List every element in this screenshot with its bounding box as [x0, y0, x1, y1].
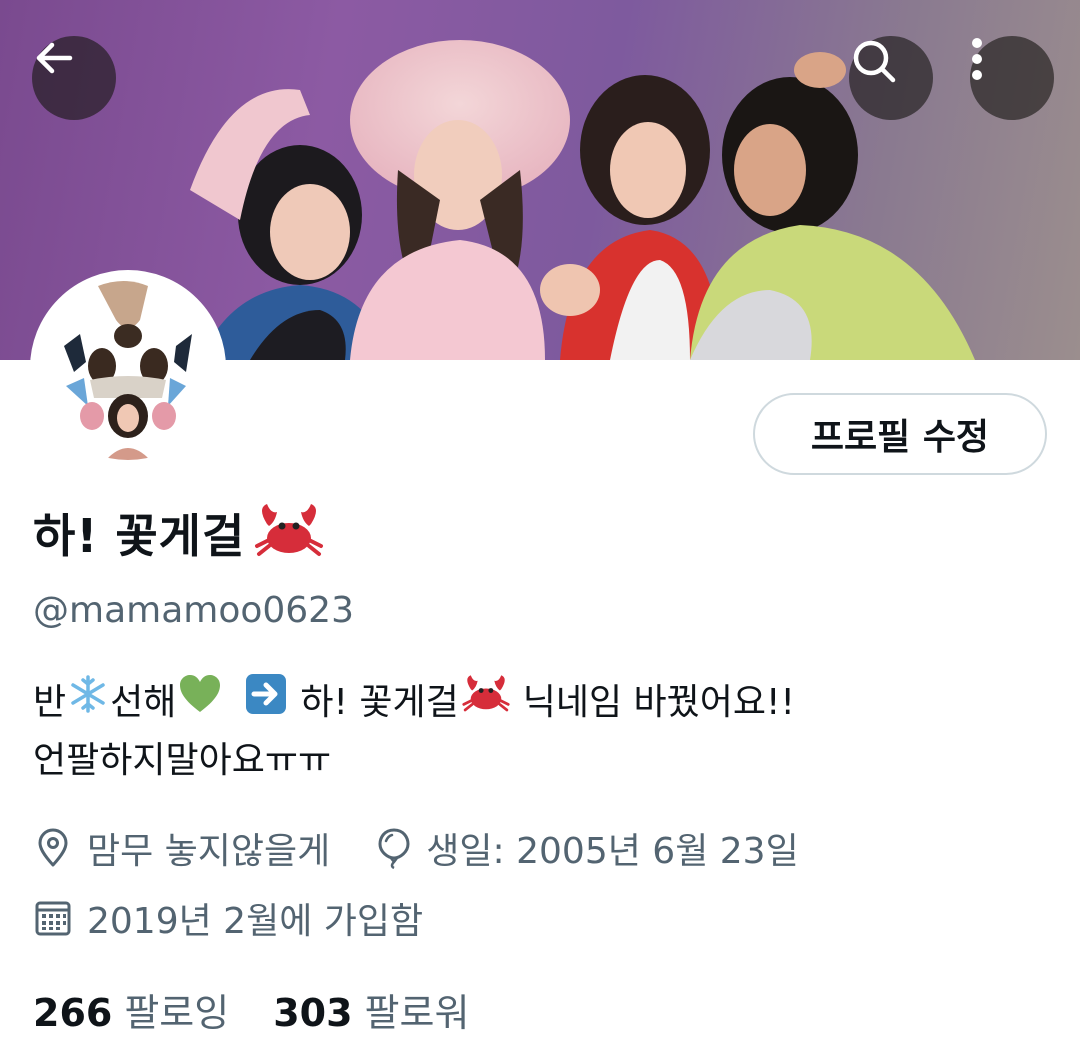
followers-link[interactable]: 303 팔로워: [273, 982, 469, 1037]
followers-count: 303: [273, 991, 353, 1035]
bio-line-1: 반 선해 하! 꽃게걸 닉네임 바꿨어요!!: [33, 672, 795, 733]
crab-icon: [253, 500, 325, 566]
avatar-image: [36, 276, 220, 460]
avatar[interactable]: [30, 270, 226, 466]
profile-meta-row: 맘무 놓지않을게 생일: 2005년 6월 23일: [33, 822, 799, 874]
joined-text: 2019년 2월에 가입함: [87, 901, 424, 942]
calendar-icon: [35, 901, 71, 936]
snowflake-icon: [68, 674, 108, 731]
bio-text: 하! 꽃게걸: [300, 681, 459, 723]
bio-text: 닉네임 바꿨어요!!: [522, 681, 795, 723]
bio-text: 언팔하지말아요ㅠㅠ: [33, 740, 332, 781]
display-name: 하! 꽃게걸: [33, 509, 246, 563]
balloon-icon: [378, 828, 410, 869]
location-pin-icon: [38, 828, 68, 867]
username-handle: @mamamoo0623: [33, 590, 354, 631]
follow-stats: 266 팔로잉 303 팔로워: [33, 982, 513, 1037]
location-text: 맘무 놓지않을게: [87, 831, 331, 872]
right-arrow-icon: [244, 672, 288, 733]
edit-profile-button[interactable]: 프로필 수정: [753, 393, 1047, 475]
birthday-item: 생일: 2005년 6월 23일: [376, 822, 799, 874]
search-button[interactable]: [849, 36, 933, 120]
following-label: 팔로잉: [124, 991, 230, 1035]
joined-item: 2019년 2월에 가입함: [33, 892, 423, 944]
profile-meta-row: 2019년 2월에 가입함: [33, 892, 423, 944]
more-vertical-icon: [972, 38, 982, 80]
following-link[interactable]: 266 팔로잉: [33, 982, 229, 1037]
arrow-left-icon: [36, 42, 73, 74]
profile-bio: 반 선해 하! 꽃게걸 닉네임 바꿨어요!! 언팔하지말아요ㅠㅠ: [33, 672, 795, 789]
location-item: 맘무 놓지않을게: [33, 822, 330, 874]
crab-icon: [461, 672, 511, 733]
back-button[interactable]: [32, 36, 116, 120]
bio-text: 선해: [110, 681, 177, 723]
followers-label: 팔로워: [364, 991, 470, 1035]
more-button[interactable]: [970, 36, 1054, 120]
bio-text: 반: [33, 681, 67, 723]
green-heart-icon: [178, 674, 222, 731]
search-icon: [853, 40, 896, 83]
bio-line-2: 언팔하지말아요ㅠㅠ: [33, 733, 795, 789]
display-name-row: 하! 꽃게걸: [33, 500, 325, 566]
edit-profile-label: 프로필 수정: [810, 417, 990, 458]
birthday-text: 생일: 2005년 6월 23일: [426, 831, 799, 872]
following-count: 266: [33, 991, 113, 1035]
